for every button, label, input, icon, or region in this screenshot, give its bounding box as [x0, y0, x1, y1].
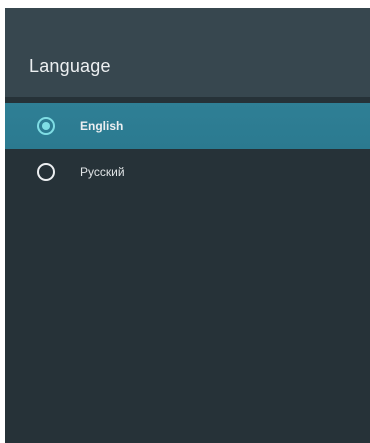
page-title: Language	[29, 56, 111, 76]
language-option-list: English Русский	[5, 103, 370, 195]
language-settings-panel: Language English Русский	[5, 8, 370, 443]
panel-header: Language	[5, 8, 370, 97]
radio-selected-icon[interactable]	[37, 117, 55, 135]
radio-dot	[42, 122, 50, 130]
language-option-label: English	[80, 119, 124, 133]
language-option-label: Русский	[80, 165, 125, 179]
language-option-english[interactable]: English	[5, 103, 370, 149]
language-option-russian[interactable]: Русский	[5, 149, 370, 195]
radio-unselected-icon[interactable]	[37, 163, 55, 181]
